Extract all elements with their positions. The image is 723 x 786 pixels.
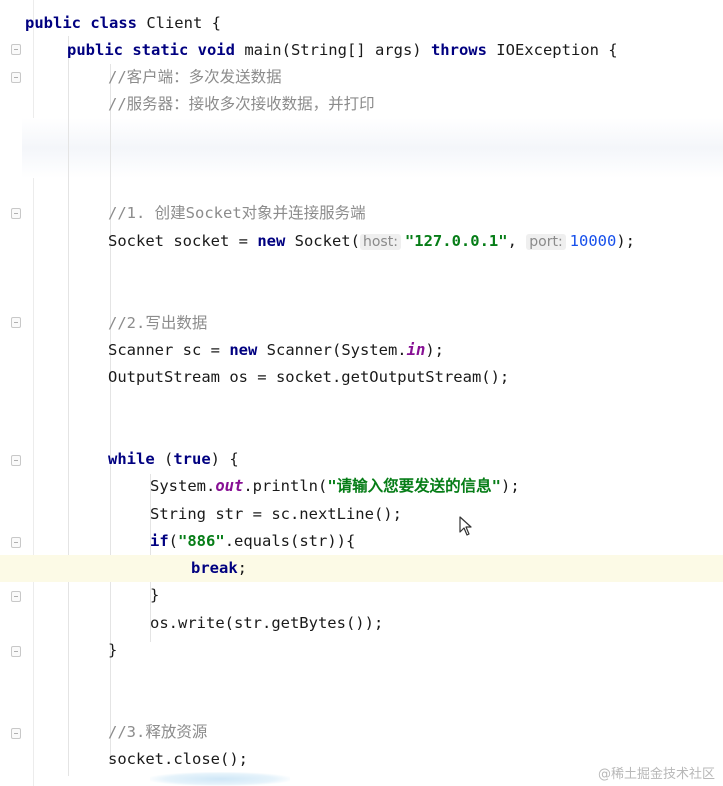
mouse-pointer-icon xyxy=(459,516,472,536)
code-text: , xyxy=(507,232,527,250)
code-line-11[interactable]: System.out.println("请输入您要发送的信息"); xyxy=(0,473,723,500)
number-literal: 10000 xyxy=(569,232,617,250)
code-text: ( xyxy=(168,532,179,550)
code-text: String str = sc.nextLine(); xyxy=(150,505,402,523)
keyword: if xyxy=(150,532,169,550)
code-line-16[interactable]: os.write(str.getBytes()); xyxy=(0,610,723,637)
code-text: ; xyxy=(237,559,248,577)
code-text: ); xyxy=(501,477,520,495)
code-text: } xyxy=(150,586,160,604)
comment: //1. 创建Socket对象并连接服务端 xyxy=(108,204,366,222)
code-text: ); xyxy=(425,341,444,359)
string-literal: "886" xyxy=(178,532,225,550)
comment: //服务器：接收多次接收数据，并打印 xyxy=(108,95,375,113)
code-text: IOException { xyxy=(486,41,618,59)
code-text: socket.close(); xyxy=(108,750,248,768)
keyword: throws xyxy=(430,41,487,59)
code-line-7[interactable]: //2.写出数据 xyxy=(0,310,723,337)
code-text: Scanner(System. xyxy=(257,341,407,359)
code-text: main(String[] args) xyxy=(234,41,431,59)
code-text: os.write(str.getBytes()); xyxy=(150,614,384,632)
code-text: } xyxy=(108,641,118,659)
keyword: break xyxy=(191,559,238,577)
indent-guide xyxy=(68,36,69,776)
code-text: .equals(str)){ xyxy=(224,532,356,550)
keyword: true xyxy=(173,450,211,468)
comment: //客户端：多次发送数据 xyxy=(108,68,282,86)
param-hint-port: port: xyxy=(526,234,566,250)
code-line-14-current[interactable]: break; xyxy=(0,555,723,582)
static-field: out xyxy=(215,477,244,495)
code-text: ) { xyxy=(210,450,239,468)
code-text: ( xyxy=(154,450,174,468)
keyword: while xyxy=(108,450,155,468)
code-text: Socket( xyxy=(285,232,360,250)
code-line-2[interactable]: public static void main(String[] args) t… xyxy=(0,37,723,64)
code-line-3[interactable]: //客户端：多次发送数据 xyxy=(0,64,723,91)
keyword: new xyxy=(257,232,286,250)
code-line-9[interactable]: OutputStream os = socket.getOutputStream… xyxy=(0,364,723,391)
code-line-5[interactable]: //1. 创建Socket对象并连接服务端 xyxy=(0,200,723,227)
code-line-10[interactable]: while (true) { xyxy=(0,446,723,473)
param-hint-host: host: xyxy=(359,234,401,250)
code-text: System. xyxy=(150,477,216,495)
blurred-region xyxy=(22,118,723,178)
watermark: @稀土掘金技术社区 xyxy=(597,767,715,782)
code-line-18[interactable]: //3.释放资源 xyxy=(0,719,723,746)
string-literal: "127.0.0.1" xyxy=(404,232,508,250)
code-line-8[interactable]: Scanner sc = new Scanner(System.in); xyxy=(0,337,723,364)
code-text: OutputStream os = socket.getOutputStream… xyxy=(108,368,510,386)
keyword: new xyxy=(229,341,258,359)
code-line-1[interactable]: public class Client { xyxy=(0,10,723,37)
code-line-17[interactable]: } xyxy=(0,637,723,664)
code-line-12[interactable]: String str = sc.nextLine(); xyxy=(0,501,723,528)
code-line-15[interactable]: } xyxy=(0,582,723,609)
keyword: public static void xyxy=(67,41,235,59)
comment: //2.写出数据 xyxy=(108,314,208,332)
static-field: in xyxy=(406,341,426,359)
code-text: .println( xyxy=(243,477,328,495)
code-text: Scanner sc = xyxy=(108,341,230,359)
keyword: public class xyxy=(25,14,137,32)
comment: //3.释放资源 xyxy=(108,723,208,741)
code-text: Client { xyxy=(136,14,221,32)
decorative-splash xyxy=(150,772,290,786)
string-literal: "请输入您要发送的信息" xyxy=(327,477,501,495)
code-text: Socket socket = xyxy=(108,232,258,250)
code-text: ); xyxy=(616,232,636,250)
code-line-13[interactable]: if("886".equals(str)){ xyxy=(0,528,723,555)
code-line-6[interactable]: Socket socket = new Socket(host: "127.0.0… xyxy=(0,228,723,255)
code-line-4[interactable]: //服务器：接收多次接收数据，并打印 xyxy=(0,91,723,118)
